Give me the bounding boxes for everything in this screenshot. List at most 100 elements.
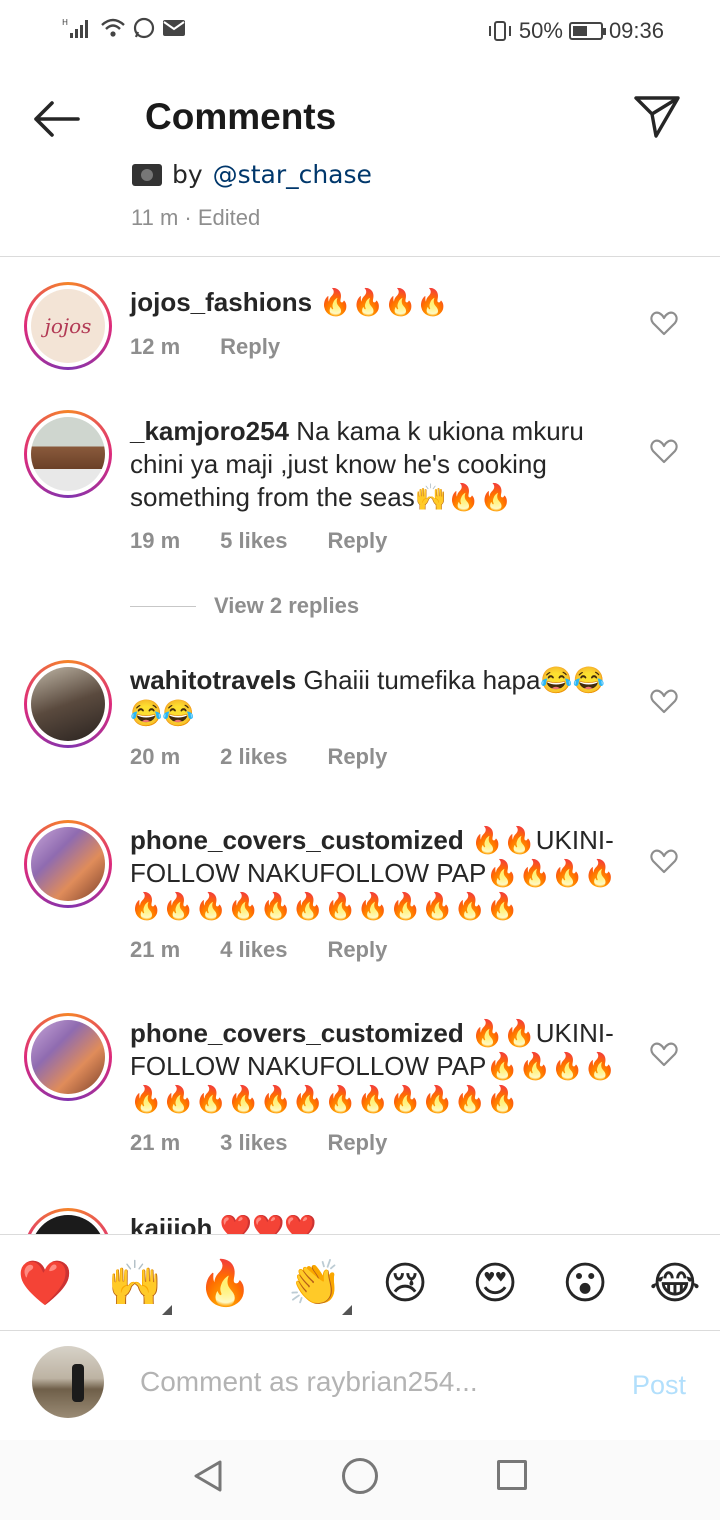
reply-button[interactable]: Reply: [327, 1130, 387, 1156]
comment-username[interactable]: jojos_fashions: [130, 287, 312, 317]
avatar[interactable]: [24, 1208, 112, 1234]
battery-icon: [568, 22, 606, 40]
comment-username[interactable]: phone_covers_customized: [130, 1018, 464, 1048]
mail-icon: [163, 20, 185, 36]
reply-button[interactable]: Reply: [327, 528, 387, 554]
likes-count[interactable]: 2 likes: [220, 744, 287, 770]
back-button[interactable]: [30, 98, 82, 140]
reply-button[interactable]: Reply: [327, 937, 387, 963]
crying-face-icon: 😢: [382, 1258, 428, 1309]
avatar[interactable]: [24, 410, 112, 498]
nav-back-button[interactable]: [190, 1458, 226, 1494]
signal-icon: H: [62, 18, 88, 38]
header: Comments: [0, 70, 720, 170]
comment-time: 12 m: [130, 334, 181, 359]
avatar[interactable]: [24, 820, 112, 908]
caption-line: by @star_chase: [132, 160, 372, 189]
emoji-surprised-button[interactable]: 😮: [556, 1255, 614, 1313]
view-replies-label: View 2 replies: [214, 593, 360, 618]
avatar[interactable]: jojos: [24, 282, 112, 370]
status-icons-right: 50% 09:36: [487, 18, 664, 44]
like-button[interactable]: [650, 438, 678, 464]
nav-home-button[interactable]: [342, 1458, 378, 1494]
heart-outline-icon: [650, 849, 678, 874]
post-caption: by @star_chase 11 m · Edited: [0, 160, 720, 257]
red-heart-icon: ❤️: [17, 1258, 73, 1309]
system-nav-bar: [0, 1440, 720, 1520]
caption-meta: 11 m · Edited: [131, 205, 261, 230]
reply-button[interactable]: Reply: [220, 334, 280, 360]
post-button[interactable]: Post: [632, 1370, 686, 1401]
whatsapp-icon: [133, 17, 155, 39]
clock: 09:36: [608, 18, 664, 43]
comment-text: phone_covers_customized 🔥🔥UKINI-FOLLOW N…: [130, 1017, 624, 1116]
paper-plane-icon: [634, 96, 680, 138]
comment-input[interactable]: [140, 1358, 600, 1406]
replies-divider: [130, 605, 196, 607]
skin-tone-indicator: [342, 1305, 352, 1315]
emoji-clapping-button[interactable]: 👏: [286, 1255, 352, 1315]
comment-content: ❤️❤️❤️: [219, 1213, 317, 1234]
likes-count[interactable]: 3 likes: [220, 1130, 287, 1156]
emoji-heart-eyes-button[interactable]: 😍: [466, 1255, 524, 1313]
likes-count[interactable]: 5 likes: [220, 528, 287, 554]
likes-count[interactable]: 4 likes: [220, 937, 287, 963]
arrow-left-icon: [34, 101, 80, 137]
comment-meta: 20 m 2 likes Reply: [130, 744, 387, 770]
comment-meta: 21 m 4 likes Reply: [130, 937, 387, 963]
like-button[interactable]: [650, 848, 678, 874]
surprised-face-icon: 😮: [562, 1258, 608, 1309]
comments-list[interactable]: jojos jojos_fashions 🔥🔥🔥🔥 12 m Reply _ka…: [0, 258, 720, 1234]
camera-icon: [132, 163, 162, 186]
heart-outline-icon: [650, 689, 678, 714]
emoji-heart-button[interactable]: ❤️: [16, 1255, 74, 1313]
avatar-photo: [31, 1020, 105, 1094]
comment-time: 21 m: [130, 1130, 181, 1155]
svg-text:H: H: [62, 18, 68, 27]
emoji-fire-button[interactable]: 🔥: [196, 1255, 254, 1313]
vibrate-icon: [488, 21, 511, 41]
battery-percent: 50%: [518, 18, 563, 43]
page-title: Comments: [145, 96, 337, 137]
comment-composer: Post: [0, 1332, 720, 1440]
comment-username[interactable]: _kamjoro254: [130, 416, 289, 446]
avatar[interactable]: [24, 660, 112, 748]
avatar[interactable]: [24, 1013, 112, 1101]
comment-username[interactable]: phone_covers_customized: [130, 825, 464, 855]
like-button[interactable]: [650, 1041, 678, 1067]
emoji-laughing-button[interactable]: 😂: [646, 1255, 704, 1313]
heart-outline-icon: [650, 311, 678, 336]
status-icons-left: H: [62, 16, 186, 40]
comment-username[interactable]: wahitotravels: [130, 665, 296, 695]
comment-username[interactable]: kaiiioh: [130, 1213, 212, 1234]
my-avatar: [32, 1346, 104, 1418]
emoji-raising-hands-button[interactable]: 🙌: [106, 1255, 172, 1315]
status-bar: H 50% 09:36: [0, 0, 720, 62]
comment-text: _kamjoro254 Na kama k ukiona mkuru chini…: [130, 415, 624, 514]
comment-meta: 12 m Reply: [130, 334, 280, 360]
share-button[interactable]: [632, 94, 682, 140]
comment-text: jojos_fashions 🔥🔥🔥🔥: [130, 286, 624, 319]
clapping-hands-icon: 👏: [287, 1258, 343, 1309]
reply-button[interactable]: Reply: [327, 744, 387, 770]
view-replies-button[interactable]: View 2 replies: [130, 593, 359, 619]
avatar-photo: [31, 667, 105, 741]
emoji-crying-button[interactable]: 😢: [376, 1255, 434, 1313]
comment-meta: 21 m 3 likes Reply: [130, 1130, 387, 1156]
comment-meta: 19 m 5 likes Reply: [130, 528, 387, 554]
comment-time: 20 m: [130, 744, 181, 769]
like-button[interactable]: [650, 688, 678, 714]
caption-mention[interactable]: @star_chase: [213, 160, 372, 189]
like-button[interactable]: [650, 310, 678, 336]
nav-recents-button[interactable]: [497, 1460, 527, 1490]
comment-time: 21 m: [130, 937, 181, 962]
skin-tone-indicator: [162, 1305, 172, 1315]
comment-time: 19 m: [130, 528, 181, 553]
raising-hands-icon: 🙌: [107, 1258, 163, 1309]
heart-outline-icon: [650, 1042, 678, 1067]
triangle-back-icon: [194, 1460, 222, 1492]
heart-eyes-icon: 😍: [472, 1258, 518, 1309]
avatar-photo: [31, 417, 105, 491]
avatar-photo: [31, 827, 105, 901]
comment-text: phone_covers_customized 🔥🔥UKINI-FOLLOW N…: [130, 824, 624, 923]
